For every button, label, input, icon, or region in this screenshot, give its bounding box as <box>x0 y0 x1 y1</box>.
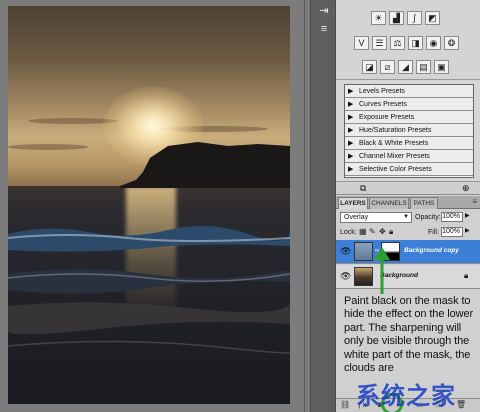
expand-triangle-icon: ▶ <box>348 140 354 147</box>
exposure-icon[interactable]: ◩ <box>425 11 440 25</box>
opacity-field[interactable]: 100% <box>441 212 463 222</box>
preset-label: Curves Presets <box>359 101 407 108</box>
layer-name[interactable]: Background copy <box>404 247 459 254</box>
layer-thumbnail <box>354 242 373 261</box>
layer-row-background-copy[interactable]: 👁︎ ∞ Background copy <box>336 240 480 264</box>
visibility-eye-icon[interactable]: 👁︎ <box>340 271 351 281</box>
photo-filter-icon[interactable]: ◉ <box>426 36 441 50</box>
hue-saturation-icon[interactable]: ☰ <box>372 36 387 50</box>
threshold-icon[interactable]: ◢ <box>398 60 413 74</box>
layers-panel-tabs: LAYERS CHANNELS PATHS ≡ <box>336 196 480 209</box>
expand-triangle-icon: ▶ <box>348 101 354 108</box>
preset-label: Hue/Saturation Presets <box>359 127 432 134</box>
fill-label: Fill: <box>428 229 439 236</box>
tab-layers[interactable]: LAYERS <box>338 197 368 209</box>
lock-transparency-icon[interactable]: ▦ <box>359 227 367 236</box>
adjustments-panel: ☀ ▟ ∫ ◩ V ☰ ⚖ ◨ ◉ ❂ ◪ ⧄ ◢ ▤ ▣ <box>336 0 480 80</box>
green-arrow-annotation <box>374 247 390 294</box>
fill-arrow-icon[interactable]: ▶ <box>465 227 470 234</box>
levels-icon[interactable]: ▟ <box>389 11 404 25</box>
preset-levels[interactable]: ▶ Levels Presets <box>345 85 473 98</box>
panel-dock-strip: ⇥ ≡ <box>310 0 336 412</box>
invert-icon[interactable]: ◪ <box>362 60 377 74</box>
expand-triangle-icon: ▶ <box>348 88 354 95</box>
preset-hue-saturation[interactable]: ▶ Hue/Saturation Presets <box>345 124 473 137</box>
expand-triangle-icon: ▶ <box>348 153 354 160</box>
preset-black-white[interactable]: ▶ Black & White Presets <box>345 137 473 150</box>
adjustment-presets-list: ▶ Levels Presets ▶ Curves Presets ▶ Exposur… <box>344 84 474 178</box>
tab-paths[interactable]: PATHS <box>410 197 438 209</box>
fill-field[interactable]: 100% <box>441 227 463 237</box>
preset-selective-color[interactable]: ▶ Selective Color Presets <box>345 163 473 176</box>
vibrance-icon[interactable]: V <box>354 36 369 50</box>
chevron-down-icon: ▼ <box>403 214 409 220</box>
black-white-icon[interactable]: ◨ <box>408 36 423 50</box>
expand-triangle-icon: ▶ <box>348 114 354 121</box>
preset-channel-mixer[interactable]: ▶ Channel Mixer Presets <box>345 150 473 163</box>
color-balance-icon[interactable]: ⚖ <box>390 36 405 50</box>
preset-label: Channel Mixer Presets <box>359 153 430 160</box>
layer-row-background[interactable]: 👁︎ Background 🔒︎ <box>336 265 480 289</box>
preset-exposure[interactable]: ▶ Exposure Presets <box>345 111 473 124</box>
blend-mode-value: Overlay <box>344 214 369 221</box>
watermark-logo: 系统之家 <box>322 372 478 412</box>
lock-all-icon[interactable]: 🔒︎ <box>389 227 393 237</box>
visibility-eye-icon[interactable]: 👁︎ <box>340 246 351 256</box>
opacity-arrow-icon[interactable]: ▶ <box>465 212 470 219</box>
tab-channels[interactable]: CHANNELS <box>369 197 409 209</box>
gradient-map-icon[interactable]: ▤ <box>416 60 431 74</box>
layer-thumbnail <box>354 267 373 286</box>
expand-triangle-icon: ▶ <box>348 166 354 173</box>
instruction-note: Paint black on the mask to hide the effe… <box>344 295 474 375</box>
lock-icon: 🔒︎ <box>464 271 469 280</box>
headland-and-waves <box>8 142 290 354</box>
lock-position-icon[interactable]: ✥ <box>379 227 386 236</box>
preset-label: Exposure Presets <box>359 114 415 121</box>
selective-color-icon[interactable]: ▣ <box>434 60 449 74</box>
lock-pixels-icon[interactable]: ✎ <box>369 227 376 236</box>
panel-menu-icon[interactable]: ≡ <box>472 197 477 206</box>
lock-label: Lock: <box>340 229 357 236</box>
sunset-photo <box>8 6 290 404</box>
expand-triangle-icon: ▶ <box>348 127 354 134</box>
preset-curves[interactable]: ▶ Curves Presets <box>345 98 473 111</box>
clip-to-layer-icon[interactable]: ⧉ <box>360 183 366 194</box>
brightness-icon[interactable]: ☀ <box>371 11 386 25</box>
adjustments-footer: ⧉ ⊕ <box>336 181 480 195</box>
panel-options-icon[interactable]: ⊕ <box>462 183 470 194</box>
document-canvas-area[interactable] <box>0 0 305 412</box>
curves-icon[interactable]: ∫ <box>407 11 422 25</box>
preset-label: Black & White Presets <box>359 140 429 147</box>
opacity-label: Opacity: <box>415 214 441 221</box>
preset-label: Levels Presets <box>359 88 405 95</box>
posterize-icon[interactable]: ⧄ <box>380 60 395 74</box>
blend-mode-select[interactable]: Overlay ▼ <box>340 212 412 223</box>
collapse-panels-icon[interactable]: ⇥ <box>316 4 332 18</box>
channel-mixer-icon[interactable]: ❂ <box>444 36 459 50</box>
adjustment-panel-icon[interactable]: ≡ <box>316 22 332 36</box>
watermark-text: 系统之家 <box>356 383 456 410</box>
preset-label: Selective Color Presets <box>359 166 432 173</box>
